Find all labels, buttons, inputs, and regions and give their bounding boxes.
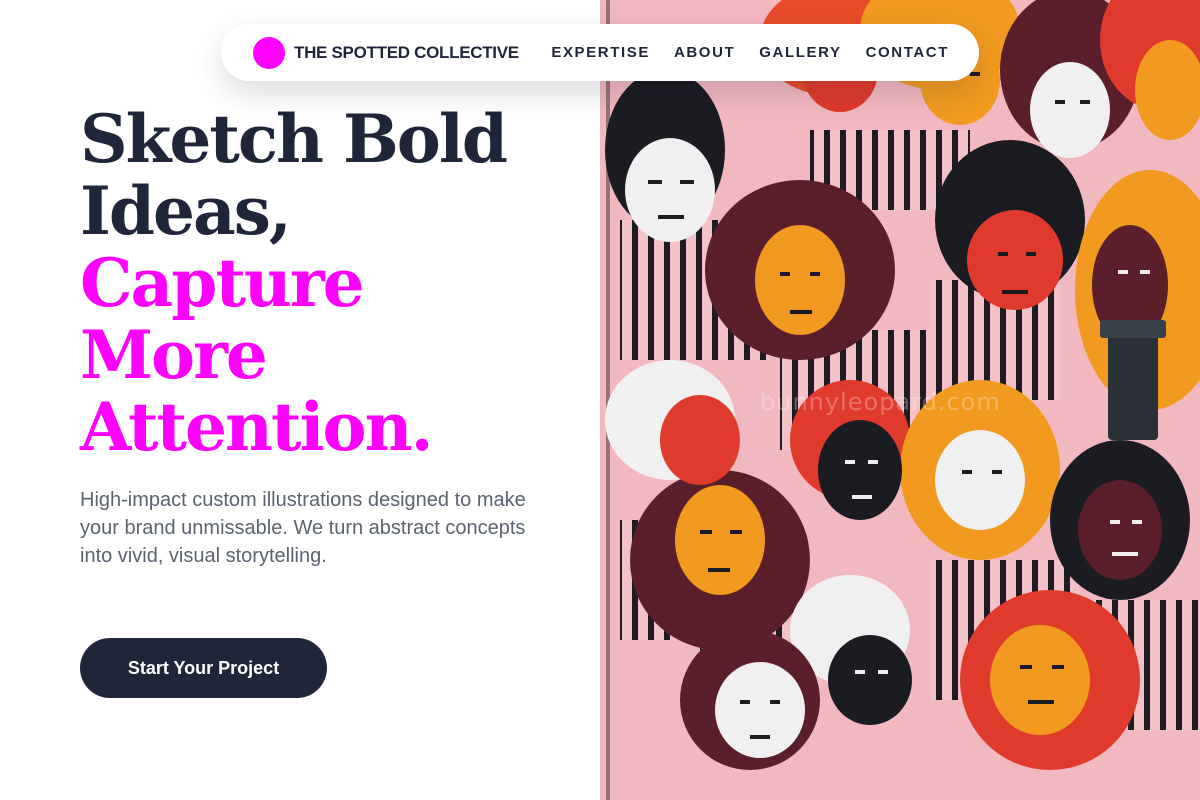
headline-line-4: More: [80, 316, 268, 394]
top-nav: THE SPOTTED COLLECTIVE EXPERTISE ABOUT G…: [221, 24, 979, 81]
headline-line-3: Capture: [80, 244, 365, 322]
headline-line-2: Ideas,: [80, 172, 292, 250]
brand-logo[interactable]: THE SPOTTED COLLECTIVE: [253, 36, 519, 69]
nav-links: EXPERTISE ABOUT GALLERY CONTACT: [551, 44, 949, 61]
watermark-text: bunnyleopard.com: [760, 388, 1001, 416]
nav-link-about[interactable]: ABOUT: [674, 44, 735, 61]
nav-link-gallery[interactable]: GALLERY: [759, 44, 841, 61]
hero-headline: Sketch Bold Ideas, Capture More Attentio…: [80, 103, 600, 463]
hero-illustration: bunnyleopard.com: [600, 0, 1200, 800]
headline-line-1: Sketch Bold: [80, 100, 508, 178]
nav-link-expertise[interactable]: EXPERTISE: [551, 44, 650, 61]
headline-line-5: Attention.: [80, 388, 434, 466]
brand-dot-icon: [253, 36, 285, 69]
hero-description: High-impact custom illustrations designe…: [80, 489, 526, 567]
nav-link-contact[interactable]: CONTACT: [866, 44, 949, 61]
start-project-button[interactable]: Start Your Project: [80, 638, 327, 698]
brand-name: THE SPOTTED COLLECTIVE: [294, 42, 519, 62]
